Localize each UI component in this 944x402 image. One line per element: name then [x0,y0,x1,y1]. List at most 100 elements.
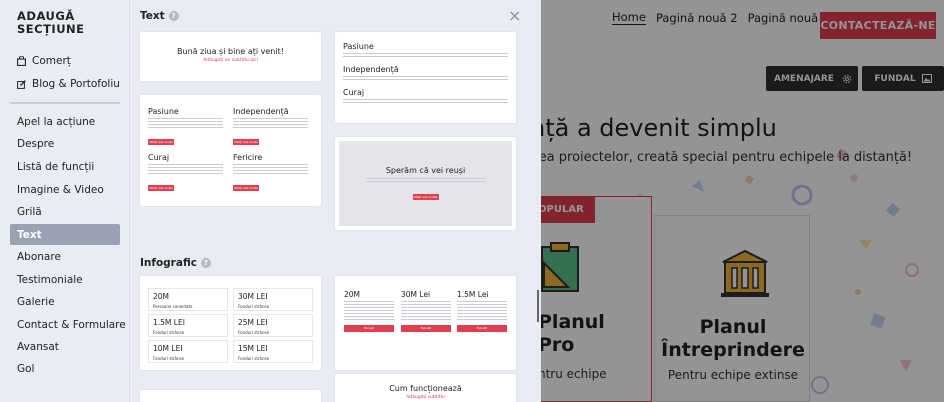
template-text-three-headings[interactable]: Pasiune Independență Curaj [335,32,516,123]
sidebar-item-grid[interactable]: Grilă [10,201,120,222]
template-paragraph [233,164,308,174]
template-infographic-grid[interactable]: 20M Persoane conectate 30M LEI Fonduri s… [140,276,321,370]
template-text-four-columns[interactable]: Pasiune Aflați mai multe Independență Af… [140,95,321,206]
template-button: Aflați mai multe [233,185,259,191]
donate-column: 1.5M Lei Donați [457,290,507,332]
sidebar-divider [10,102,120,104]
sidebar-item-text[interactable]: Text [10,224,120,245]
template-gallery: Text ? Bună ziua și bine ați venit! Adău… [131,0,541,402]
sidebar-item-subscribe[interactable]: Abonare [10,246,120,267]
stat-cell: 20M Persoane conectate [148,288,228,311]
template-paragraph [233,118,308,128]
stat-label: Fonduri strânse [238,330,270,335]
template-paragraph [148,118,223,128]
stat-label: Fonduri strânse [153,330,185,335]
template-paragraph [401,301,451,321]
sidebar-link-label: Comerț [32,55,71,67]
stat-cell: 15M LEI Fonduri strânse [233,340,313,363]
template-column: Independență Aflați mai multe [233,107,308,147]
template-button: Aflați mai multe [412,194,439,200]
stat-value: 30M LEI [238,292,268,301]
template-text-hope-banner[interactable]: Sperăm că vei reuși Aflați mai multe [335,137,516,230]
stat-cell: 1.5M LEI Fonduri strânse [148,314,228,337]
template-heading: Curaj [148,153,170,162]
template-infographic-how-it-works[interactable]: Cum funcționează Adăugați subtitlu [335,374,516,402]
stat-value: 30M Lei [401,290,431,299]
template-infographic-donate[interactable]: 20M Donați 30M Lei Donați 1.5M Lei Donaț… [335,276,516,370]
donate-column: 20M Donați [344,290,394,332]
stat-label: Fonduri strânse [238,356,270,361]
stat-cell: 30M LEI Fonduri strânse [233,288,313,311]
stat-value: 10M LEI [153,344,183,353]
help-icon[interactable]: ? [200,258,211,268]
sidebar-link-commerce[interactable]: Comerț [17,55,71,67]
template-heading: Curaj [343,88,365,97]
edit-icon [17,79,26,89]
sidebar-item-feature-list[interactable]: Listă de funcții [10,156,120,177]
sidebar-item-blank[interactable]: Gol [10,358,120,379]
scrollbar-thumb[interactable] [537,290,539,322]
template-paragraph [148,164,223,174]
stat-label: Persoane conectate [153,304,193,309]
template-paragraph [343,53,508,59]
panel-title: ADAUGĂ SECȚIUNE [17,9,85,37]
template-subtitle: Adăugați subtitlu [406,395,445,400]
section-title-label: Infografic [140,257,197,269]
template-column: Fericire Aflați mai multe [233,153,308,193]
template-heading: Cum funcționează [389,384,462,393]
stat-value: 25M LEI [238,318,268,327]
stat-label: Fonduri strânse [153,356,185,361]
template-heading: Independență [343,65,399,74]
section-title-text: Text ? [140,10,179,22]
close-icon[interactable]: × [508,6,521,25]
template-column: Curaj Aflați mai multe [148,153,223,193]
stat-value: 1.5M LEI [153,318,185,327]
template-subtitle: Adăugați un subtitlu aici [203,58,258,63]
section-category-sidebar: ADAUGĂ SECȚIUNE Comerț Blog & Portofoliu… [0,0,130,402]
template-heading: Independență [233,107,289,116]
sidebar-item-contact-forms[interactable]: Contact & Formulare [10,314,126,335]
template-heading: Pasiune [343,42,374,51]
template-heading: Sperăm că vei reuși [385,166,466,175]
template-button: Donați [344,325,394,332]
section-title-label: Text [140,10,165,22]
template-button: Aflați mai multe [148,139,174,145]
template-button: Donați [457,325,507,332]
stat-value: 20M [344,290,361,299]
template-paragraph [343,76,508,82]
sidebar-link-blog[interactable]: Blog & Portofoliu [17,78,120,90]
template-button: Aflați mai multe [148,185,174,191]
template-heading: Fericire [233,153,263,162]
template-paragraph [343,99,508,105]
sidebar-link-label: Blog & Portofoliu [32,78,120,90]
template-infographic-partial[interactable] [140,390,321,402]
template-banner-bg: Sperăm că vei reuși Aflați mai multe [339,141,512,226]
sidebar-item-about[interactable]: Despre [10,133,120,154]
sidebar-item-call-to-action[interactable]: Apel la acțiune [10,111,120,132]
sidebar-item-image-video[interactable]: Imagine & Video [10,179,120,200]
stat-cell: 25M LEI Fonduri strânse [233,314,313,337]
sidebar-item-advanced[interactable]: Avansat [10,336,120,357]
stat-value: 15M LEI [238,344,268,353]
template-heading: Pasiune [148,107,179,116]
template-button: Donați [401,325,451,332]
template-text-welcome[interactable]: Bună ziua și bine ați venit! Adăugați un… [140,32,321,81]
stat-value: 20M [153,292,170,301]
stat-label: Fonduri strânse [238,304,270,309]
stat-cell: 10M LEI Fonduri strânse [148,340,228,363]
sidebar-item-testimonials[interactable]: Testimoniale [10,269,120,290]
donate-column: 30M Lei Donați [401,290,451,332]
sidebar-item-gallery[interactable]: Galerie [10,291,120,312]
stat-value: 1.5M Lei [457,290,489,299]
template-button: Aflați mai multe [233,139,259,145]
template-paragraph [457,301,507,321]
help-icon[interactable]: ? [168,11,179,21]
template-paragraph [344,301,394,321]
shopping-bag-icon [17,56,26,66]
template-button-row: Aflați mai multe [339,183,512,202]
section-title-infographic: Infografic ? [140,257,211,269]
template-column: Pasiune Aflați mai multe [148,107,223,147]
template-heading: Bună ziua și bine ați venit! [177,47,284,56]
add-section-panel: ADAUGĂ SECȚIUNE Comerț Blog & Portofoliu… [0,0,541,402]
app-root: Home Pagină nouă 2 Pagină nouă 3 CONTACT… [0,0,944,402]
